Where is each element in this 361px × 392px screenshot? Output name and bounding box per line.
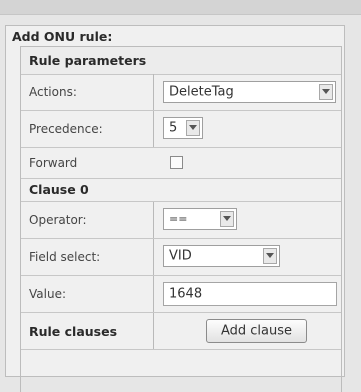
precedence-label: Precedence: — [29, 122, 103, 136]
column-divider — [153, 74, 154, 110]
operator-select[interactable]: == — [163, 208, 237, 230]
value-input[interactable]: 1648 — [163, 282, 337, 306]
actions-row: Actions: DeleteTag — [21, 74, 341, 111]
actions-label: Actions: — [29, 85, 77, 99]
precedence-value: 5 — [169, 120, 178, 136]
forward-checkbox[interactable] — [170, 156, 183, 169]
clause-title: Clause 0 — [29, 182, 89, 197]
actions-value: DeleteTag — [169, 84, 234, 100]
top-bar — [0, 0, 361, 15]
rule-clauses-label: Rule clauses — [29, 324, 118, 339]
precedence-row: Precedence: 5 — [21, 111, 341, 148]
value-input-text: 1648 — [169, 286, 203, 302]
clause-header: Clause 0 — [21, 179, 341, 202]
add-clause-label: Add clause — [220, 323, 293, 339]
column-divider — [153, 276, 154, 312]
field-select-dropdown[interactable]: VID — [163, 245, 280, 267]
section-title: Rule parameters — [29, 53, 147, 68]
field-select-label: Field select: — [29, 250, 101, 264]
rule-clauses-row: Rule clauses Add clause — [21, 313, 341, 350]
rule-parameters-table: Rule parameters Actions: DeleteTag Prece… — [20, 46, 342, 392]
column-divider — [153, 313, 154, 349]
operator-row: Operator: == — [21, 202, 341, 239]
add-onu-rule-panel: Add ONU rule: Rule parameters Actions: D… — [5, 25, 345, 392]
forward-label: Forward — [29, 156, 78, 170]
value-label: Value: — [29, 287, 66, 301]
column-divider — [153, 111, 154, 147]
chevron-down-icon[interactable] — [220, 211, 234, 227]
column-divider — [153, 239, 154, 275]
value-row: Value: 1648 — [21, 276, 341, 313]
section-header: Rule parameters — [21, 46, 341, 75]
chevron-down-icon[interactable] — [263, 248, 277, 264]
operator-value: == — [169, 212, 188, 226]
forward-row: Forward — [21, 148, 341, 179]
column-divider — [153, 202, 154, 238]
precedence-select[interactable]: 5 — [163, 117, 203, 139]
actions-select[interactable]: DeleteTag — [163, 81, 336, 103]
field-select-value: VID — [169, 248, 192, 264]
operator-label: Operator: — [29, 213, 87, 227]
chevron-down-icon[interactable] — [319, 84, 333, 100]
add-clause-button[interactable]: Add clause — [206, 319, 307, 343]
panel-title: Add ONU rule: — [12, 29, 113, 44]
chevron-down-icon[interactable] — [186, 120, 200, 136]
field-select-row: Field select: VID — [21, 239, 341, 276]
